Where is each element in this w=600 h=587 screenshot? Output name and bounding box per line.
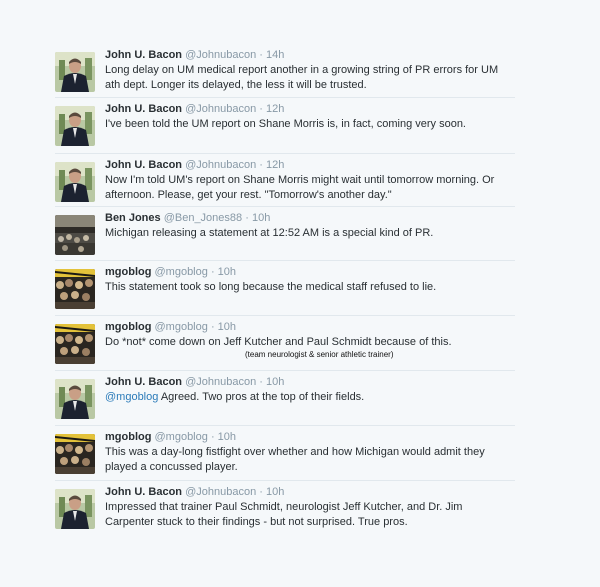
tweet-text-line: I've been told the UM report on Shane Mo…: [105, 118, 466, 130]
tweet-item[interactable]: John U. Bacon @Johnubacon · 14h Long del…: [55, 44, 515, 98]
separator: ·: [210, 321, 215, 333]
author-handle[interactable]: @Johnubacon: [185, 376, 256, 388]
avatar-john-bacon[interactable]: [55, 52, 95, 92]
tweet-item[interactable]: mgoblog @mgoblog · 10h This was a day-lo…: [55, 426, 515, 481]
tweet-text-line: Agreed. Two pros at the top of their fie…: [158, 391, 365, 403]
tweet-text-line: afternoon. Please, get your rest. "Tomor…: [105, 189, 392, 201]
separator: ·: [259, 49, 263, 61]
separator: ·: [259, 486, 263, 498]
tweet-text-line: Long delay on UM medical report another …: [105, 64, 499, 76]
tweet-text: Michigan releasing a statement at 12:52 …: [105, 226, 515, 241]
separator: ·: [245, 212, 249, 224]
tweet-text: @mgoblog Agreed. Two pros at the top of …: [105, 390, 515, 405]
author-name[interactable]: John U. Bacon: [105, 159, 182, 171]
tweet-item[interactable]: John U. Bacon @Johnubacon · 10h Impresse…: [55, 481, 515, 537]
tweet-time[interactable]: 10h: [218, 431, 236, 443]
separator: ·: [259, 103, 263, 115]
author-handle[interactable]: @mgoblog: [155, 321, 208, 333]
author-handle[interactable]: @Johnubacon: [185, 103, 256, 115]
mention-link[interactable]: @mgoblog: [105, 391, 158, 403]
annotation-note: (team neurologist & senior athletic trai…: [245, 350, 394, 359]
author-name[interactable]: John U. Bacon: [105, 486, 182, 498]
author-name[interactable]: John U. Bacon: [105, 103, 182, 115]
tweet-text-line: Now I'm told UM's report on Shane Morris…: [105, 174, 495, 186]
tweet-item[interactable]: John U. Bacon @Johnubacon · 10h @mgoblog…: [55, 371, 515, 426]
avatar-mgoblog[interactable]: [55, 434, 95, 474]
tweet-item[interactable]: Ben Jones @Ben_Jones88 · 10h Michigan re…: [55, 207, 515, 261]
tweet-item[interactable]: John U. Bacon @Johnubacon · 12h Now I'm …: [55, 154, 515, 207]
tweet-text-line: ath dept. Longer its delayed, the less i…: [105, 79, 367, 91]
tweet-time[interactable]: 10h: [252, 212, 270, 224]
author-name[interactable]: Ben Jones: [105, 212, 161, 224]
separator: ·: [259, 376, 263, 388]
avatar-ben-jones[interactable]: [55, 215, 95, 255]
tweet-text-line: Michigan releasing a statement at 12:52 …: [105, 227, 434, 239]
tweet-text-line: Carpenter stuck to their findings - but …: [105, 516, 408, 528]
tweet-time[interactable]: 10h: [218, 266, 236, 278]
author-handle[interactable]: @mgoblog: [155, 431, 208, 443]
separator: ·: [210, 431, 215, 443]
tweet-text: Do *not* come down on Jeff Kutcher and P…: [105, 335, 515, 350]
avatar-john-bacon[interactable]: [55, 162, 95, 202]
tweet-time[interactable]: 10h: [218, 321, 236, 333]
avatar-john-bacon[interactable]: [55, 379, 95, 419]
author-handle[interactable]: @mgoblog: [155, 266, 208, 278]
tweet-text: This statement took so long because the …: [105, 280, 515, 295]
tweet-item[interactable]: mgoblog @mgoblog · 10h This statement to…: [55, 261, 515, 316]
tweet-text: Long delay on UM medical report another …: [105, 63, 515, 93]
tweet-item[interactable]: John U. Bacon @Johnubacon · 12h I've bee…: [55, 98, 515, 154]
author-name[interactable]: mgoblog: [105, 266, 151, 278]
avatar-mgoblog[interactable]: [55, 269, 95, 309]
tweet-time[interactable]: 10h: [266, 376, 284, 388]
author-handle[interactable]: @Johnubacon: [185, 49, 256, 61]
avatar-john-bacon[interactable]: [55, 489, 95, 529]
tweet-text: I've been told the UM report on Shane Mo…: [105, 117, 515, 132]
tweet-text: Now I'm told UM's report on Shane Morris…: [105, 173, 515, 203]
author-handle[interactable]: @Johnubacon: [185, 159, 256, 171]
author-handle[interactable]: @Ben_Jones88: [164, 212, 242, 224]
tweet-time[interactable]: 12h: [266, 103, 284, 115]
separator: ·: [259, 159, 263, 171]
tweet-item[interactable]: mgoblog @mgoblog · 10h Do *not* come dow…: [55, 316, 515, 371]
tweet-time[interactable]: 12h: [266, 159, 284, 171]
tweet-time[interactable]: 14h: [266, 49, 284, 61]
author-name[interactable]: mgoblog: [105, 321, 151, 333]
avatar-john-bacon[interactable]: [55, 106, 95, 146]
separator: ·: [210, 266, 215, 278]
author-name[interactable]: John U. Bacon: [105, 376, 182, 388]
tweet-text-line: Do *not* come down on Jeff Kutcher and P…: [105, 336, 452, 348]
tweet-text-line: played a concussed player.: [105, 461, 238, 473]
avatar-mgoblog[interactable]: [55, 324, 95, 364]
author-name[interactable]: mgoblog: [105, 431, 151, 443]
tweet-time[interactable]: 10h: [266, 486, 284, 498]
tweet-text: This was a day-long fistfight over wheth…: [105, 445, 515, 475]
tweet-text-line: This statement took so long because the …: [105, 281, 437, 293]
author-handle[interactable]: @Johnubacon: [185, 486, 256, 498]
tweet-text-line: Impressed that trainer Paul Schmidt, neu…: [105, 501, 463, 513]
author-name[interactable]: John U. Bacon: [105, 49, 182, 61]
tweet-text-line: This was a day-long fistfight over wheth…: [105, 446, 485, 458]
tweet-text: Impressed that trainer Paul Schmidt, neu…: [105, 500, 515, 530]
